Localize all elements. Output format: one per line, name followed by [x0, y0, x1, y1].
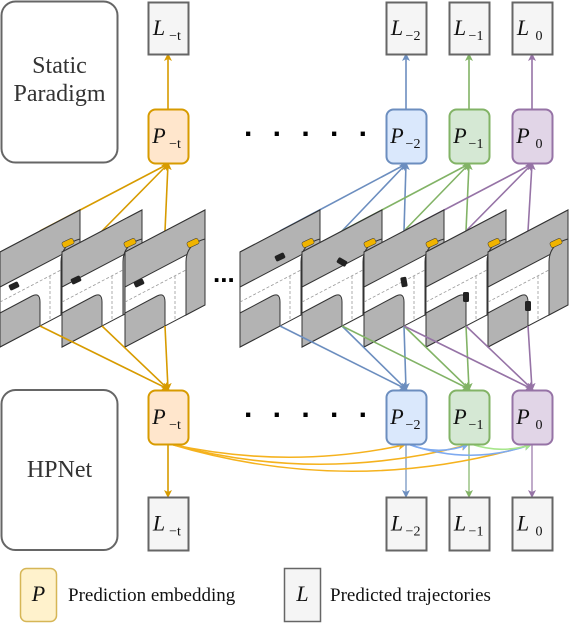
hpnet-Pm1-symbol: P	[452, 404, 466, 429]
static-Lm1: L −1	[448, 1, 491, 56]
static-Pm1: P −1	[448, 108, 491, 165]
static-Lm1-subscript: −1	[469, 29, 484, 44]
static-L0: L0	[511, 1, 554, 56]
connection-arrow	[163, 162, 172, 232]
hpnet-P0: P0	[511, 389, 554, 446]
hpnet-Pm2-symbol: P	[389, 404, 403, 429]
static-paradigm-label-line1: Static	[32, 53, 87, 79]
static-Pt: P −t	[147, 108, 190, 165]
ego-vehicle-icon	[463, 292, 469, 302]
frames-ellipsis: ...	[213, 258, 235, 288]
connection-arrow	[279, 325, 408, 390]
hpnet-Lm2-symbol: L	[390, 511, 403, 536]
static-Pm2-subscript: −2	[406, 137, 421, 152]
hpnet-Lt: L −t	[147, 496, 190, 552]
hpnet-P0-symbol: P	[515, 404, 529, 429]
static-Lm2-subscript: −2	[406, 29, 421, 44]
hpnet-L0: L0	[511, 496, 554, 552]
static-P0-symbol: P	[515, 123, 529, 148]
legend-item-predicted-trajectories: L Predicted trajectories	[283, 567, 491, 623]
hpnet-Lt-subscript: −t	[169, 525, 181, 540]
static-Lt-subscript: −t	[169, 29, 181, 44]
static-Pt-subscript: −t	[169, 137, 181, 152]
hpnet-Lm1-subscript: −1	[469, 525, 484, 540]
legend-l-text: Predicted trajectories	[330, 585, 491, 606]
hpnet-P0-subscript: 0	[536, 418, 543, 433]
static-Pt-symbol: P	[151, 123, 165, 148]
row-ellipsis-top: . . . . .	[244, 110, 373, 143]
hpnet-diagram: Static Paradigm HPNet . . . . . . . . . …	[0, 0, 569, 623]
legend: P Prediction embedding L Predicted traje…	[19, 567, 491, 623]
hpnet-Lm1: L −1	[448, 496, 491, 552]
hpnet-Pm2: P −2	[385, 389, 428, 446]
hpnet-L0-subscript: 0	[536, 525, 543, 540]
hpnet-Lm2: L −2	[385, 496, 428, 552]
hpnet-Lt-symbol: L	[152, 511, 165, 536]
static-paradigm-box: Static Paradigm	[0, 0, 119, 164]
static-Lm2-symbol: L	[390, 15, 403, 40]
legend-p-text: Prediction embedding	[68, 585, 236, 606]
static-P0-subscript: 0	[536, 137, 543, 152]
connection-arrow	[527, 325, 536, 391]
hpnet-label: HPNet	[27, 457, 93, 483]
hpnet-Pm1-subscript: −1	[469, 418, 484, 433]
hpnet-L0-symbol: L	[516, 511, 529, 536]
row-ellipsis-bottom: . . . . .	[244, 391, 373, 424]
static-paradigm-label-line2: Paradigm	[14, 81, 106, 107]
hpnet-box: HPNet	[0, 389, 119, 551]
hpnet-Pt: P −t	[147, 389, 190, 446]
hpnet-Pm1: P −1	[448, 389, 491, 446]
legend-p-symbol: P	[31, 581, 45, 606]
static-L0-symbol: L	[516, 15, 529, 40]
static-Lt-symbol: L	[152, 15, 165, 40]
static-Pm2-symbol: P	[389, 123, 403, 148]
temporal-arrow	[169, 442, 532, 473]
temporal-arrow	[169, 442, 469, 466]
static-Lt: L −t	[147, 1, 190, 56]
hpnet-Lm2-subscript: −2	[406, 525, 421, 540]
static-L0-subscript: 0	[536, 29, 543, 44]
scene-frames	[0, 209, 569, 348]
hpnet-Lm1-symbol: L	[453, 511, 466, 536]
static-Lm2: L −2	[385, 1, 428, 56]
connection-arrow	[527, 162, 536, 232]
temporal-arrow	[169, 442, 406, 459]
ego-vehicle-icon	[525, 301, 531, 311]
hpnet-Pt-subscript: −t	[169, 418, 181, 433]
connection-arrow	[39, 325, 170, 390]
legend-l-symbol: L	[295, 581, 308, 606]
hpnet-Pt-symbol: P	[151, 404, 165, 429]
hpnet-Pm2-subscript: −2	[406, 418, 421, 433]
connection-arrow	[163, 325, 172, 391]
static-Pm1-symbol: P	[452, 123, 466, 148]
static-Pm1-subscript: −1	[469, 137, 484, 152]
static-Pm2: P −2	[385, 108, 428, 165]
static-P0: P0	[511, 108, 554, 165]
static-Lm1-symbol: L	[453, 15, 466, 40]
legend-item-prediction-embedding: P Prediction embedding	[19, 567, 236, 623]
